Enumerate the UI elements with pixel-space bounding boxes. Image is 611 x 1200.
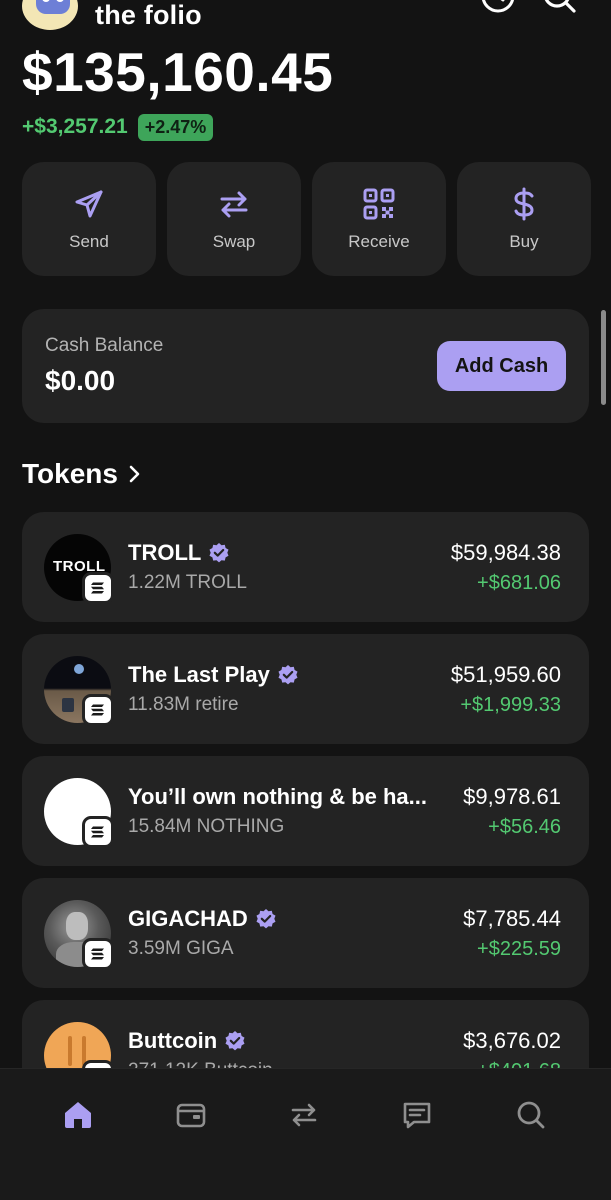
token-list: TROLL TROLL 1.22M TROLL $59,984.38 +$681… [22, 512, 589, 1070]
token-value: $9,978.61 [463, 784, 561, 809]
token-value: $51,959.60 [450, 662, 561, 687]
change-percent-badge: +2.47% [137, 113, 214, 141]
search-icon[interactable] [540, 0, 580, 18]
verified-badge-icon [278, 665, 298, 685]
bottom-nav [0, 1068, 611, 1200]
avatar[interactable] [22, 0, 78, 30]
receive-label: Receive [348, 232, 410, 251]
send-icon [75, 190, 103, 218]
swap-label: Swap [212, 232, 256, 251]
search-icon [517, 1101, 545, 1129]
wallet-name[interactable]: the folio [95, 0, 202, 31]
scrollbar-thumb[interactable] [601, 310, 606, 405]
home-icon [65, 1102, 91, 1128]
buttcoin-logo [44, 1022, 114, 1070]
swap-icon [220, 191, 248, 218]
nav-home[interactable] [58, 1095, 98, 1135]
portfolio-change: +$3,257.21 +2.47% [22, 112, 214, 142]
cash-balance-title: Cash Balance [45, 335, 164, 356]
verified-badge-icon [225, 1031, 245, 1051]
chevron-right-icon [129, 465, 140, 483]
change-amount: +$3,257.21 [22, 115, 128, 138]
the-last-play-logo [44, 656, 114, 726]
nav-swap[interactable] [284, 1095, 324, 1135]
token-name: The Last Play [128, 662, 270, 687]
portfolio-balance: $135,160.45 [22, 41, 334, 103]
header: the folio [22, 0, 592, 32]
tokens-heading[interactable]: Tokens [22, 458, 144, 490]
token-amount: 11.83M retire [128, 694, 239, 715]
troll-logo: TROLL [44, 534, 114, 604]
nothing-logo [44, 778, 114, 848]
solana-chain-icon [82, 572, 114, 604]
gigachad-logo [44, 900, 114, 970]
verified-badge-icon [256, 909, 276, 929]
action-buttons: Send Swap Receive Buy [22, 162, 591, 276]
solana-chain-icon [82, 816, 114, 848]
token-row-gigachad[interactable]: GIGACHAD 3.59M GIGA $7,785.44 +$225.59 [22, 878, 589, 988]
token-value: $59,984.38 [450, 540, 561, 565]
token-name: TROLL [128, 540, 202, 565]
receive-button[interactable]: Receive [312, 162, 446, 276]
dollar-icon [514, 187, 534, 221]
verified-badge-icon [209, 543, 229, 563]
activity-icon[interactable] [478, 0, 518, 18]
token-row-troll[interactable]: TROLL TROLL 1.22M TROLL $59,984.38 +$681… [22, 512, 589, 622]
token-amount: 3.59M GIGA [128, 938, 234, 959]
nav-messages[interactable] [397, 1095, 437, 1135]
token-name: Buttcoin [128, 1028, 218, 1053]
token-change: +$681.06 [477, 572, 561, 594]
cash-balance-card: Cash Balance $0.00 Add Cash [22, 309, 589, 423]
swap-arrows-icon [291, 1103, 317, 1127]
tokens-title: Tokens [22, 458, 118, 489]
qr-code-icon [363, 188, 395, 220]
token-change: +$225.59 [477, 938, 561, 960]
solana-chain-icon [82, 694, 114, 726]
wallet-card-icon [176, 1103, 206, 1128]
token-row-nothing[interactable]: You’ll own nothing & be ha... 15.84M NOT… [22, 756, 589, 866]
token-value: $7,785.44 [463, 906, 561, 931]
token-change: +$1,999.33 [460, 694, 561, 716]
messages-icon [403, 1102, 431, 1129]
token-row-buttcoin[interactable]: Buttcoin 271.12K Buttcoin $3,676.02 +$40… [22, 1000, 589, 1070]
swap-button[interactable]: Swap [167, 162, 301, 276]
add-cash-button[interactable]: Add Cash [437, 341, 566, 391]
token-row-the-last-play[interactable]: The Last Play 11.83M retire $51,959.60 +… [22, 634, 589, 744]
send-label: Send [69, 232, 109, 251]
cash-balance-value: $0.00 [45, 365, 116, 396]
token-name: GIGACHAD [128, 906, 248, 931]
solana-chain-icon [82, 938, 114, 970]
buy-label: Buy [509, 232, 539, 251]
token-name: You’ll own nothing & be ha... [128, 784, 428, 809]
token-amount: 1.22M TROLL [128, 572, 247, 593]
nav-search[interactable] [511, 1095, 551, 1135]
token-amount: 15.84M NOTHING [128, 816, 285, 837]
buy-button[interactable]: Buy [457, 162, 591, 276]
nav-wallet[interactable] [171, 1095, 211, 1135]
send-button[interactable]: Send [22, 162, 156, 276]
token-value: $3,676.02 [463, 1028, 561, 1053]
token-change: +$56.46 [488, 816, 561, 838]
